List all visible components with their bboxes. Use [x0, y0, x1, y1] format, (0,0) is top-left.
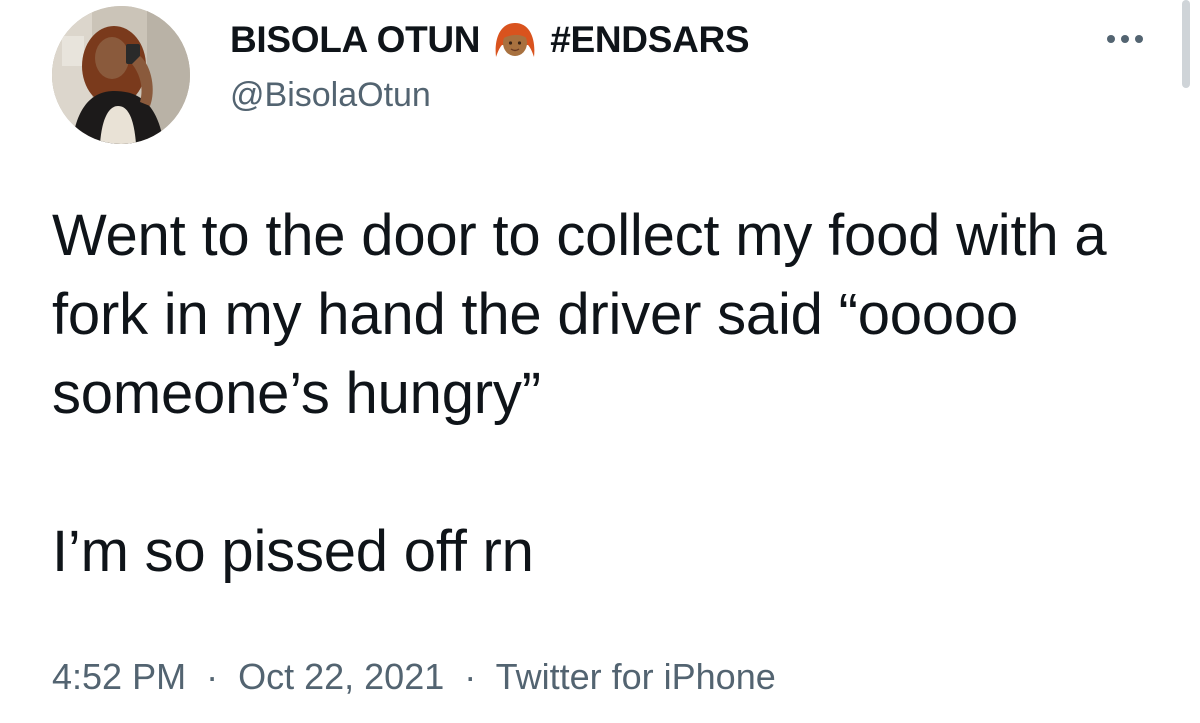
more-horizontal-icon — [1135, 35, 1143, 43]
tweet-card: BISOLA OTUN #ENDSARS @BisolaOtun Went to… — [0, 0, 1200, 723]
tweet-text-paragraph: Went to the door to collect my food with… — [52, 203, 1107, 426]
tweet-text: Went to the door to collect my food with… — [52, 196, 1162, 591]
avatar[interactable] — [52, 6, 190, 144]
author-handle[interactable]: @BisolaOtun — [230, 76, 431, 115]
tweet-timestamp-date[interactable]: Oct 22, 2021 — [238, 656, 444, 697]
meta-separator: · — [464, 656, 477, 697]
tweet-meta: 4:52 PM · Oct 22, 2021 · Twitter for iPh… — [52, 656, 776, 698]
woman-red-hair-emoji-icon — [492, 17, 538, 63]
more-options-button[interactable] — [1100, 22, 1150, 56]
scrollbar[interactable] — [1182, 0, 1190, 88]
avatar-image — [52, 6, 190, 144]
tweet-text-paragraph: I’m so pissed off rn — [52, 519, 534, 584]
display-name[interactable]: BISOLA OTUN — [230, 19, 481, 61]
more-horizontal-icon — [1121, 35, 1129, 43]
tweet-timestamp-time[interactable]: 4:52 PM — [52, 656, 186, 697]
more-horizontal-icon — [1107, 35, 1115, 43]
meta-separator: · — [206, 656, 219, 697]
author-name-row: BISOLA OTUN #ENDSARS — [230, 17, 750, 63]
tweet-source[interactable]: Twitter for iPhone — [496, 656, 776, 697]
hashtag[interactable]: #ENDSARS — [550, 19, 749, 61]
